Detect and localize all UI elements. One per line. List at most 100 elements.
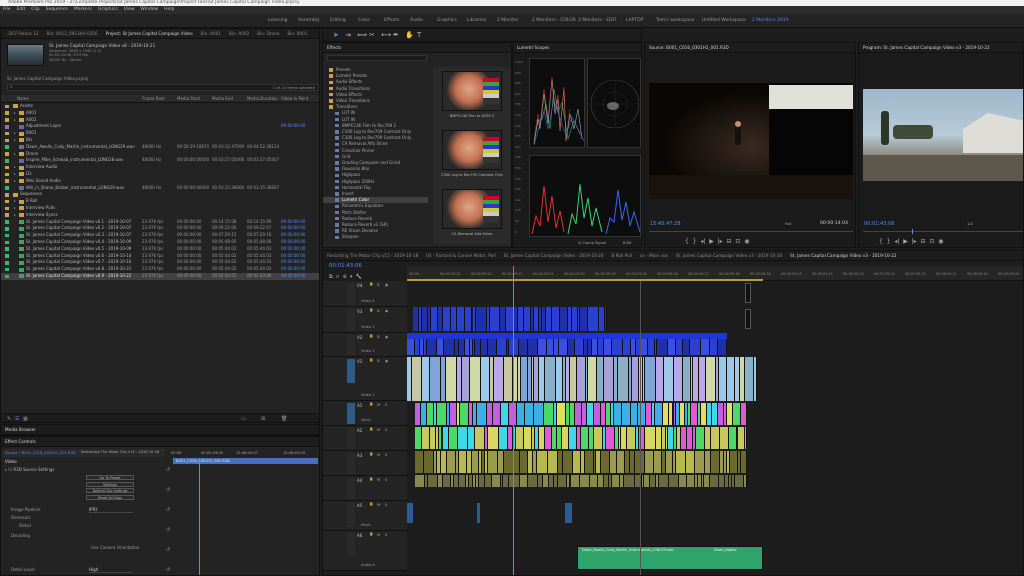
source-patch[interactable]	[347, 503, 355, 527]
a2-clip[interactable]	[488, 427, 500, 449]
lock-icon[interactable]: 🔒	[369, 358, 373, 362]
v2-clip[interactable]	[575, 339, 585, 355]
menu-window[interactable]: Window	[140, 7, 158, 12]
mute-icon[interactable]: M	[377, 453, 380, 457]
reset-icon[interactable]: ↺	[166, 507, 170, 513]
effects-search[interactable]	[327, 55, 427, 61]
a1-clip[interactable]	[732, 403, 741, 425]
a2-clip[interactable]	[524, 427, 532, 449]
bit-depth[interactable]: 8 Bit	[623, 241, 631, 245]
a4-clip[interactable]	[624, 475, 635, 487]
disclosure-icon[interactable]: ▸	[14, 171, 16, 178]
clear-icon[interactable]: 🗑	[281, 416, 287, 422]
workspace-tab[interactable]: 3 Monitors - EDIT	[578, 14, 617, 28]
a1-clip[interactable]	[427, 403, 435, 425]
solo-icon[interactable]: S	[385, 453, 387, 457]
a4-clip[interactable]	[558, 475, 567, 487]
a2-clip[interactable]	[645, 427, 656, 449]
v3-clip[interactable]	[745, 309, 751, 329]
a1-clip[interactable]	[740, 403, 747, 425]
bin-row[interactable]: ▸ Assets	[1, 103, 319, 110]
a1-clip[interactable]	[420, 403, 428, 425]
v1-clip[interactable]	[744, 357, 755, 401]
eye-icon[interactable]: ◉	[385, 309, 388, 313]
a1-clip[interactable]	[654, 403, 664, 425]
tab-source-monitor[interactable]: Source: B001_C016_0301H1_001.R3D	[649, 45, 729, 50]
tab-lumetri-scopes[interactable]: Lumetri Scopes	[517, 45, 549, 50]
lock-icon[interactable]: 🔒	[369, 427, 373, 431]
source-patch[interactable]	[347, 428, 355, 449]
v2-clip[interactable]	[407, 339, 415, 355]
source-patch[interactable]	[347, 533, 355, 557]
disclosure-icon[interactable]: ▸	[14, 117, 16, 124]
v2-clip[interactable]	[689, 339, 701, 355]
v1-clip[interactable]	[411, 357, 423, 401]
a4-clip[interactable]	[427, 475, 438, 487]
column-header[interactable]: Media Duration	[247, 95, 278, 103]
step-forward-icon[interactable]: |▸	[718, 238, 723, 245]
mute-icon[interactable]: M	[377, 403, 380, 407]
source-patch[interactable]	[347, 478, 355, 499]
snap-icon[interactable]: ∩	[336, 274, 340, 280]
lock-icon[interactable]: 🔒	[369, 477, 373, 481]
a1-clip[interactable]	[476, 403, 487, 425]
workspace-tab[interactable]: 2 Monitors - COLOR	[532, 14, 576, 28]
disclosure-icon[interactable]: ▸	[14, 110, 16, 117]
a3-clip[interactable]	[653, 451, 663, 473]
column-header[interactable]: Media End	[212, 95, 233, 103]
v3-clip[interactable]	[523, 307, 531, 331]
tab-effects[interactable]: Effects	[327, 45, 341, 50]
a1-clip[interactable]	[621, 403, 632, 425]
reset-icon[interactable]: ↺	[166, 467, 170, 473]
a3-clip[interactable]	[694, 451, 705, 473]
a2-clip[interactable]	[737, 427, 746, 449]
menu-view[interactable]: View	[124, 7, 135, 12]
effect-button[interactable]: Default Clip Settings	[86, 488, 134, 493]
a1-clip[interactable]	[637, 403, 647, 425]
a1-clip[interactable]	[436, 403, 448, 425]
source-patch[interactable]	[347, 283, 355, 305]
a5-clip[interactable]	[407, 503, 413, 523]
v3-clip[interactable]	[465, 307, 473, 331]
tab-timeline-1[interactable]: 04 - Richard & Connie Motor, Pull	[426, 253, 495, 258]
v1-clip[interactable]	[705, 357, 716, 401]
v1-clip[interactable]	[520, 357, 528, 401]
a2-clip[interactable]	[627, 427, 637, 449]
tab-timeline-0[interactable]: Restarting The Motor City v15 - 2019-10-…	[327, 253, 418, 258]
a3-clip[interactable]	[520, 451, 528, 473]
v1-clip[interactable]	[603, 357, 615, 401]
column-header[interactable]: Media Start	[177, 95, 200, 103]
a2-clip[interactable]	[704, 427, 712, 449]
pen-tool-icon[interactable]: ✒	[393, 31, 399, 39]
v1-clip[interactable]	[555, 357, 563, 401]
v3-clip[interactable]	[604, 307, 607, 331]
slip-tool-icon[interactable]: ⟷	[381, 31, 391, 39]
extract-icon[interactable]: ⊡	[929, 238, 934, 245]
effect-clip-bar[interactable]: B001_C016_0301H1_001.R3D	[173, 458, 318, 464]
list-item[interactable]: Adjustment Layer 00:00:00:00	[1, 123, 319, 130]
workspace-tab[interactable]: Effects	[384, 14, 399, 28]
a2-clip[interactable]	[594, 427, 604, 449]
reset-icon[interactable]: ↺	[166, 487, 170, 493]
source-patch[interactable]	[347, 403, 355, 424]
v1-clip[interactable]	[754, 357, 757, 401]
timeline-timecode[interactable]: 00:01:43:06	[329, 263, 362, 269]
new-bin-icon[interactable]: ▭	[241, 416, 246, 422]
list-item[interactable]: St. James Capital Campaign Video v0.4 - …	[1, 239, 319, 246]
workspace-tab[interactable]: Audio	[410, 14, 423, 28]
bin-row[interactable]: ▸ Interview Pulls	[1, 205, 319, 212]
music-clip[interactable]: Dawn_Awaits_Cody_Martin_instrumental_LON…	[577, 546, 763, 570]
bin-row[interactable]: ▸ Bts	[1, 137, 319, 144]
workspace-tab[interactable]: Libraries	[467, 14, 486, 28]
a4-clip[interactable]	[415, 475, 425, 487]
a3-clip[interactable]	[675, 451, 687, 473]
icon-view-icon[interactable]: ▦	[23, 416, 28, 422]
v1-clip[interactable]	[682, 357, 691, 401]
list-item[interactable]: Inspire_Mike_Schwab_instrumental_LONG28.…	[1, 157, 319, 164]
v1-clip[interactable]	[726, 357, 736, 401]
preset-thumbnail[interactable]	[442, 189, 502, 229]
bin-row[interactable]: ▸ Interview Audio	[1, 164, 319, 171]
tab-timeline-4[interactable]: xx - Main vox	[640, 253, 668, 258]
a4-clip[interactable]	[579, 475, 590, 487]
v1-clip[interactable]	[673, 357, 683, 401]
